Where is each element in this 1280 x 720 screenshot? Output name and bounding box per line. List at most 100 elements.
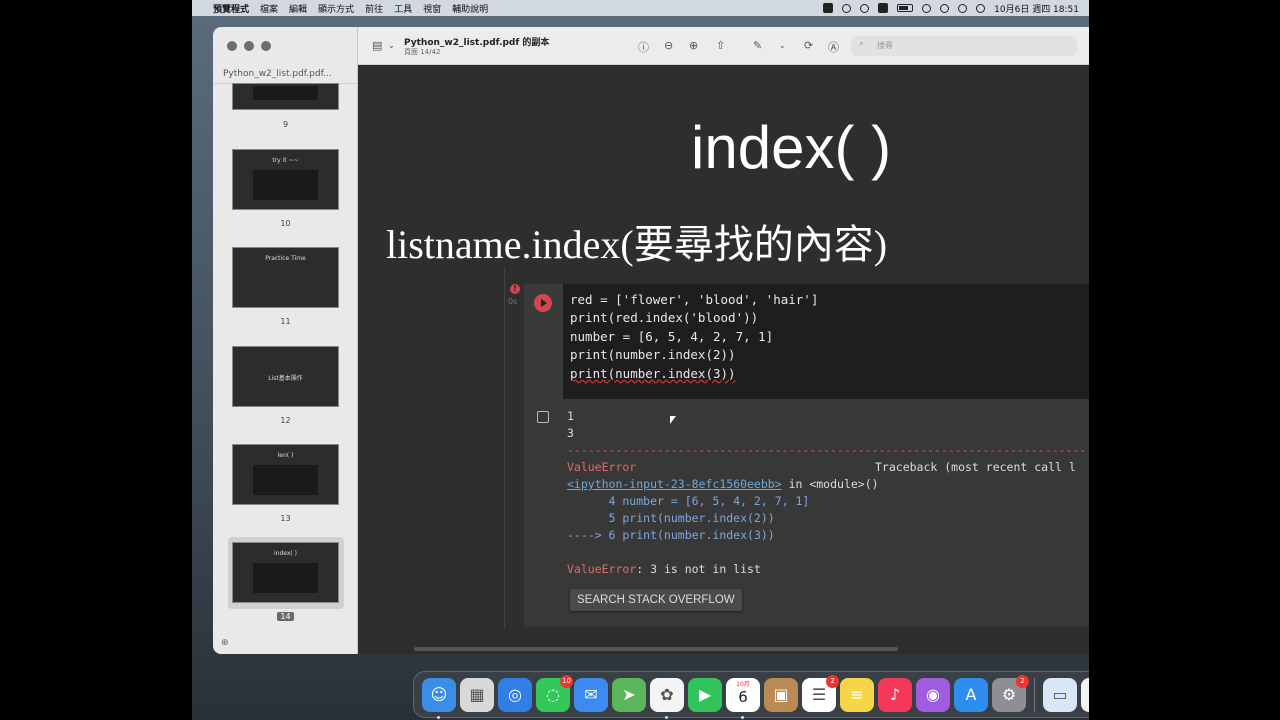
traceback-label: Traceback (most recent call l xyxy=(875,460,1076,474)
window-controls xyxy=(227,41,271,51)
menu-window[interactable]: 視窗 xyxy=(423,2,441,15)
error-name: ValueError xyxy=(567,562,637,576)
dock-launchpad-icon[interactable]: ▦ xyxy=(460,677,494,712)
siri-icon[interactable] xyxy=(976,3,986,13)
info-icon[interactable]: ⓘ xyxy=(638,39,649,55)
thumbnail-code-block xyxy=(253,86,318,100)
photos-glyph: ✿ xyxy=(660,684,674,704)
dock-facetime-icon[interactable]: ▶ xyxy=(688,677,722,712)
dock-podcasts-icon[interactable]: ◉ xyxy=(916,677,950,712)
menu-tools[interactable]: 工具 xyxy=(394,2,412,15)
markup-pen-icon[interactable]: ✎ xyxy=(753,39,762,52)
error-message: ValueError: 3 is not in list xyxy=(567,561,1086,578)
dock-app-store-icon[interactable]: A xyxy=(954,677,988,712)
calendar-glyph: 6 xyxy=(738,687,748,706)
moon-icon[interactable] xyxy=(842,3,852,13)
code-editor: red = ['flower', 'blood', 'hair'] print(r… xyxy=(570,291,818,383)
finder-glyph: ☺ xyxy=(430,684,448,704)
dock-music-icon[interactable]: ♪ xyxy=(878,677,912,712)
zoom-out-icon[interactable]: ⊖ xyxy=(664,39,673,52)
page-number: 13 xyxy=(280,514,291,523)
annotate-icon[interactable]: Ⓐ xyxy=(828,39,839,55)
record-stop-icon[interactable] xyxy=(823,3,834,13)
battery-icon[interactable] xyxy=(897,4,914,12)
thumbnail-title: len( ) xyxy=(277,452,294,459)
dock-calendar-icon[interactable]: 10月 6 xyxy=(726,677,760,719)
search-icon[interactable] xyxy=(940,3,950,13)
sidebar-toggle-icon[interactable]: ▤ xyxy=(372,39,382,52)
close-button[interactable] xyxy=(227,41,237,51)
wifi-icon[interactable] xyxy=(922,3,932,13)
control-center-icon[interactable] xyxy=(958,3,968,13)
dock-safari-icon[interactable]: ◎ xyxy=(498,677,532,712)
dock-notes-icon[interactable]: ≡ xyxy=(840,677,874,712)
menu-help[interactable]: 輔助說明 xyxy=(452,2,488,15)
dock-messages-icon[interactable]: ◌ 10 xyxy=(536,674,573,712)
traceback-line: 4 number = [6, 5, 4, 2, 7, 1] xyxy=(567,494,810,508)
error-indicator-icon: ! xyxy=(510,284,520,294)
minimize-button[interactable] xyxy=(244,41,254,51)
menu-edit[interactable]: 編輯 xyxy=(289,2,307,15)
slide-title: index( ) xyxy=(691,114,892,181)
dock-photos-icon[interactable]: ✿ xyxy=(650,677,684,719)
thumbnail-page-11[interactable]: Practice Time xyxy=(232,247,339,308)
dock-textedit-icon[interactable]: ✎ xyxy=(1081,677,1089,712)
menu-clock[interactable]: 10月6日 週四 18:51 xyxy=(994,2,1079,15)
add-page-icon[interactable]: ⊕ xyxy=(221,638,229,648)
error-name: ValueError xyxy=(567,460,637,474)
play-icon[interactable] xyxy=(860,3,870,13)
share-icon[interactable]: ⇧ xyxy=(716,39,725,52)
chevron-down-icon[interactable]: ⌄ xyxy=(388,41,395,50)
code-line-error: print(number.index(3)) xyxy=(570,365,736,381)
page-number: 11 xyxy=(280,317,291,326)
in-module: in <module>() xyxy=(781,477,879,491)
dock-mail-icon[interactable]: ✉ xyxy=(574,677,608,712)
dock-finder-icon[interactable]: ☺ xyxy=(422,677,456,719)
search-field[interactable]: ⌕ 搜尋 xyxy=(851,36,1077,56)
code-line: print(number.index(2)) xyxy=(570,347,736,363)
app-store-glyph: A xyxy=(965,684,977,704)
execution-time: 0s xyxy=(508,297,518,306)
zoom-in-icon[interactable]: ⊕ xyxy=(689,39,698,52)
dock-reminders-icon[interactable]: ☰ 2 xyxy=(802,674,839,712)
thumbnail-page-13[interactable]: len( ) xyxy=(232,444,339,505)
dock-system-preferences-icon[interactable]: ⚙ 2 xyxy=(992,674,1029,712)
thumbnail-page-9[interactable] xyxy=(232,83,339,110)
running-indicator xyxy=(741,715,744,719)
thumbnail-page-10[interactable]: try it ~~ xyxy=(232,149,339,210)
notification-badge: 2 xyxy=(1016,674,1029,688)
page-number: 12 xyxy=(280,416,291,425)
menu-view[interactable]: 顯示方式 xyxy=(318,2,354,15)
running-indicator xyxy=(437,715,440,719)
traceback-separator: ----------------------------------------… xyxy=(567,443,1087,457)
mail-glyph: ✉ xyxy=(584,684,598,704)
search-placeholder: 搜尋 xyxy=(877,41,893,50)
slide-bullet: listname.index(要尋找的內容) xyxy=(386,222,888,267)
menu-file[interactable]: 檔案 xyxy=(260,2,278,15)
output-line: 3 xyxy=(567,426,574,440)
thumbnail-title: Practice Time xyxy=(265,255,306,262)
status-area: 10月6日 週四 18:51 xyxy=(823,2,1089,15)
menu-bar: 預覽程式 檔案 編輯 顯示方式 前往 工具 視窗 輔助說明 10月6日 週四 1… xyxy=(192,0,1089,16)
music-glyph: ♪ xyxy=(889,684,901,704)
menu-app-name[interactable]: 預覽程式 xyxy=(213,2,249,15)
cell-output: 1 3 --------------------------------------… xyxy=(524,399,1089,627)
zoom-button[interactable] xyxy=(261,41,271,51)
dock-contacts-icon[interactable]: ▣ xyxy=(764,677,798,712)
chevron-down-icon[interactable]: ⌄ xyxy=(779,41,786,50)
launchpad-glyph: ▦ xyxy=(469,684,485,704)
thumbnail-page-14[interactable]: index( ) xyxy=(232,542,339,603)
pdf-page: index( ) listname.index(要尋找的內容) ! 0s red… xyxy=(358,65,1089,654)
menu-go[interactable]: 前往 xyxy=(365,2,383,15)
dock-preview-icon[interactable]: ▭ xyxy=(1043,677,1077,712)
page-indicator: 頁面 14/42 xyxy=(404,48,441,56)
error-text: : 3 is not in list xyxy=(636,562,761,576)
dock-maps-icon[interactable]: ➤ xyxy=(612,677,646,712)
rotate-icon[interactable]: ⟳ xyxy=(804,39,813,52)
toolbar: ▤ ⌄ Python_w2_list.pdf.pdf 的副本 頁面 14/42 … xyxy=(358,27,1089,65)
mouse-cursor-icon xyxy=(670,416,676,424)
thumbnail-page-12[interactable]: List基本操作 xyxy=(232,346,339,407)
input-source-icon[interactable] xyxy=(878,3,889,13)
run-cell-icon xyxy=(534,294,552,312)
horizontal-scrollbar[interactable] xyxy=(414,647,898,651)
